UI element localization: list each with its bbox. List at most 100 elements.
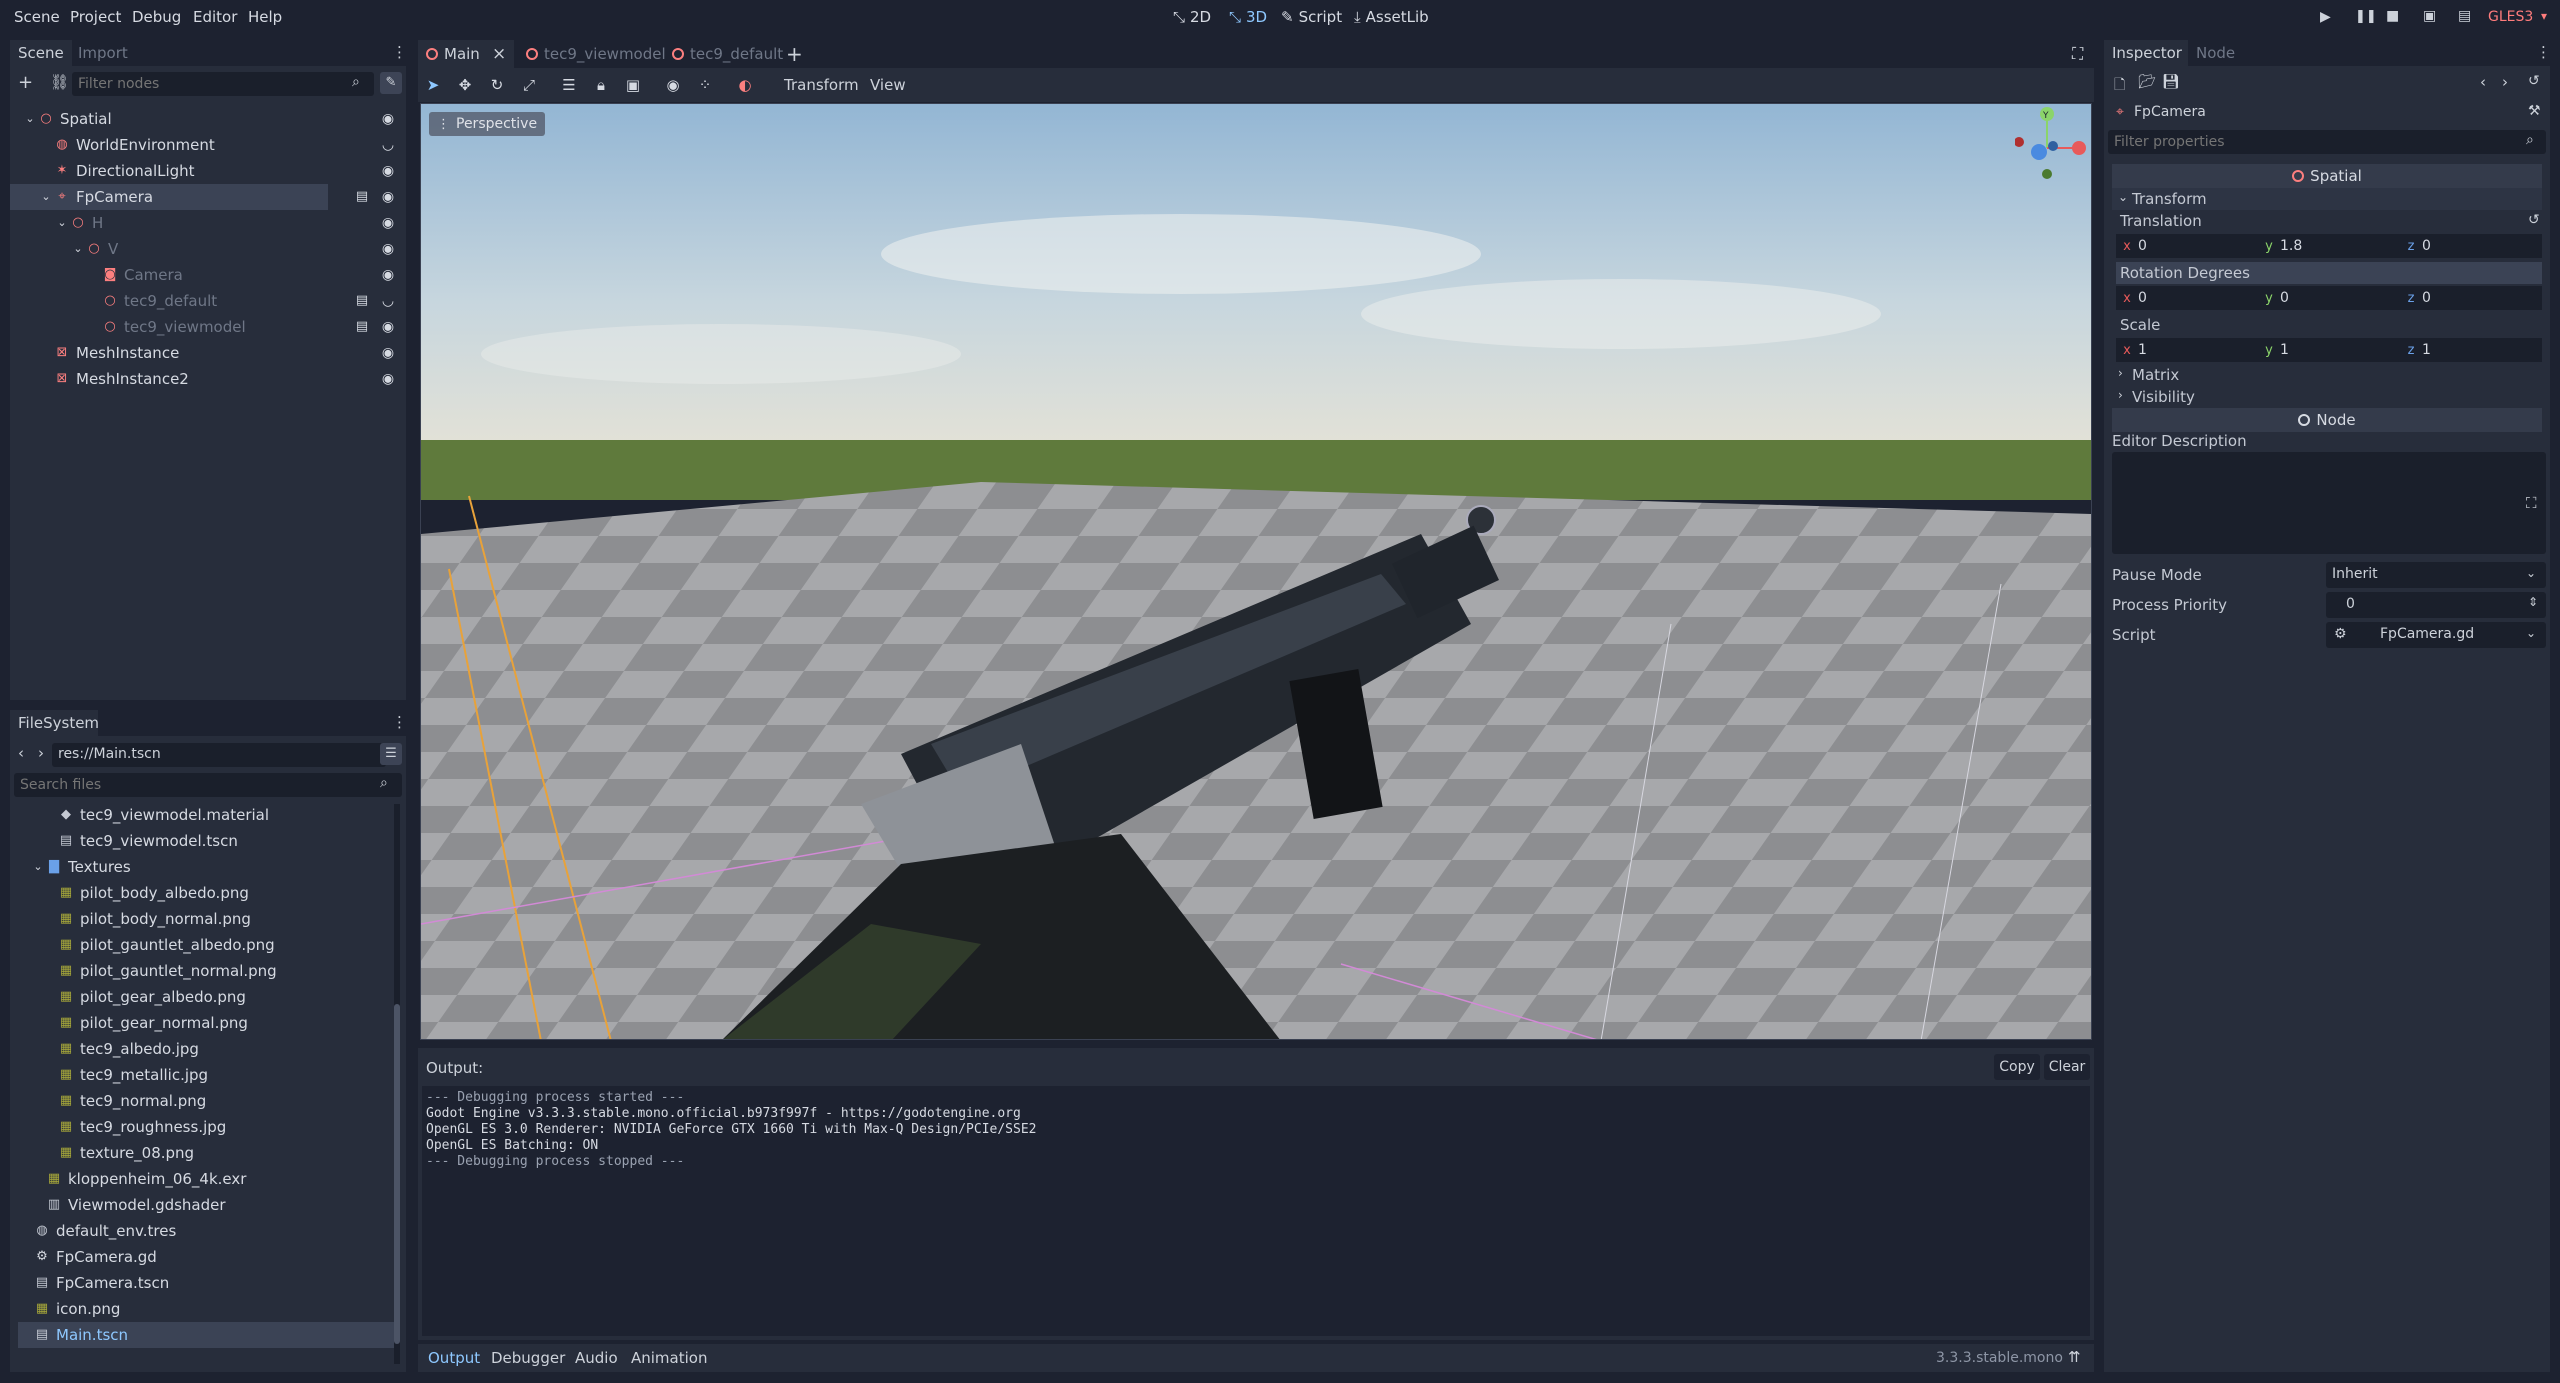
bottom-tab-debugger[interactable]: Debugger xyxy=(491,1349,565,1367)
history-back-icon[interactable]: ‹ xyxy=(2480,73,2486,91)
copy-button[interactable]: Copy xyxy=(1994,1054,2040,1080)
mode-3d-button[interactable]: ⤡ 3D xyxy=(1229,8,1267,26)
file-item[interactable]: ▦ pilot_gear_albedo.png xyxy=(10,984,394,1010)
local-space-icon[interactable]: ◉ xyxy=(660,72,686,98)
filesystem-scrollbar[interactable] xyxy=(394,804,400,1364)
file-item[interactable]: ▤ FpCamera.tscn xyxy=(10,1270,394,1296)
renderer-label[interactable]: GLES3 xyxy=(2488,9,2533,25)
file-item[interactable]: ▦ pilot_body_albedo.png xyxy=(10,880,394,906)
tab-inspector[interactable]: Inspector xyxy=(2104,40,2188,66)
save-resource-icon[interactable]: 💾︎ xyxy=(2162,74,2180,90)
translation-x-field[interactable]: x0 xyxy=(2116,234,2258,258)
pause-mode-select[interactable]: Inherit ⌄ xyxy=(2326,562,2546,588)
menu-editor[interactable]: Editor xyxy=(193,8,237,26)
scene-node-h[interactable]: ⌄ ○ H ◉ xyxy=(10,210,406,236)
chevron-down-icon[interactable]: ⌄ xyxy=(22,111,38,127)
play-custom-scene-icon[interactable]: ▤ xyxy=(2458,8,2471,24)
play-icon[interactable]: ▶ xyxy=(2320,9,2331,25)
mode-script-button[interactable]: ✎ Script xyxy=(1281,8,1342,26)
menu-project[interactable]: Project xyxy=(70,8,121,26)
process-priority-spinbox[interactable]: 0 ⇕ xyxy=(2326,592,2546,618)
file-item[interactable]: ▥ Viewmodel.gdshader xyxy=(10,1192,394,1218)
file-item[interactable]: ▦ pilot_body_normal.png xyxy=(10,906,394,932)
distraction-free-icon[interactable]: ⛶ xyxy=(2072,44,2083,64)
scene-node-spatial[interactable]: ⌄ ○ Spatial ◉ xyxy=(10,106,406,132)
camera-preview-icon[interactable]: ◐ xyxy=(732,72,758,98)
forward-icon[interactable]: › xyxy=(38,744,44,762)
scale-z-field[interactable]: z1 xyxy=(2400,338,2542,362)
file-item[interactable]: ▤ Main.tscn xyxy=(18,1322,394,1348)
play-scene-icon[interactable]: ▣ xyxy=(2423,8,2436,24)
visibility-eye-icon[interactable]: ◉ xyxy=(380,111,396,127)
history-forward-icon[interactable]: › xyxy=(2502,73,2508,91)
scene-node-v[interactable]: ⌄ ○ V ◉ xyxy=(10,236,406,262)
translation-z-field[interactable]: z0 xyxy=(2400,234,2542,258)
expand-panel-icon[interactable]: ⇈ xyxy=(2068,1348,2081,1366)
gizmo-x-icon[interactable] xyxy=(2072,141,2086,155)
scene-node-tec9-default[interactable]: ○ tec9_default ◡ ▤ xyxy=(10,288,406,314)
file-item[interactable]: ▦ pilot_gauntlet_albedo.png xyxy=(10,932,394,958)
scene-node-meshinstance2[interactable]: ⊠ MeshInstance2 ◉ xyxy=(10,366,406,392)
filesystem-scrollbar-thumb[interactable] xyxy=(394,1004,400,1344)
rotation-y-field[interactable]: y0 xyxy=(2258,286,2400,310)
close-tab-icon[interactable]: × xyxy=(492,44,506,64)
add-node-icon[interactable]: + xyxy=(18,72,33,93)
bottom-tab-output[interactable]: Output xyxy=(428,1349,480,1367)
visibility-eye-icon[interactable]: ◉ xyxy=(380,319,396,335)
file-item[interactable]: ⌄ ▇ Textures xyxy=(10,854,394,880)
chevron-down-icon[interactable]: ⌄ xyxy=(38,189,54,205)
open-instance-icon[interactable]: ▤ xyxy=(354,293,370,309)
visibility-hidden-icon[interactable]: ◡ xyxy=(380,137,396,153)
tab-node[interactable]: Node xyxy=(2196,44,2235,62)
visibility-eye-icon[interactable]: ◉ xyxy=(380,215,396,231)
visibility-eye-icon[interactable]: ◉ xyxy=(380,241,396,257)
visibility-group[interactable]: › Visibility xyxy=(2112,386,2542,408)
rotation-x-field[interactable]: x0 xyxy=(2116,286,2258,310)
chevron-down-icon[interactable]: ⌄ xyxy=(30,859,46,875)
inspector-menu-icon[interactable]: ⋮ xyxy=(2536,43,2551,61)
mode-assetlib-button[interactable]: ⤓ AssetLib xyxy=(1354,8,1429,26)
visibility-eye-icon[interactable]: ◉ xyxy=(380,163,396,179)
stepper-icon[interactable]: ⇕ xyxy=(2528,595,2538,609)
add-tab-icon[interactable]: + xyxy=(786,42,803,66)
menu-scene[interactable]: Scene xyxy=(14,8,60,26)
filter-nodes-field[interactable]: ⌕ xyxy=(72,72,374,96)
chevron-down-icon[interactable]: ⌄ xyxy=(54,215,70,231)
bottom-tab-audio[interactable]: Audio xyxy=(575,1349,618,1367)
editor-description-field[interactable]: ⛶ xyxy=(2112,452,2546,554)
file-item[interactable]: ▦ pilot_gear_normal.png xyxy=(10,1010,394,1036)
rotate-tool-icon[interactable]: ↻ xyxy=(484,72,510,98)
transform-group[interactable]: ⌄ Transform xyxy=(2112,188,2542,210)
list-select-icon[interactable]: ☰ xyxy=(556,72,582,98)
mode-2d-button[interactable]: ⤡ 2D xyxy=(1173,8,1211,26)
tab-tec9-viewmodel[interactable]: tec9_viewmodel xyxy=(522,40,672,68)
group-icon[interactable]: ▣ xyxy=(620,72,646,98)
filter-properties-input[interactable] xyxy=(2114,132,2504,152)
output-log[interactable]: --- Debugging process started --- Godot … xyxy=(422,1086,2090,1336)
open-instance-icon[interactable]: ▤ xyxy=(354,189,370,205)
scene-node-directionallight[interactable]: ✶ DirectionalLight ◉ xyxy=(10,158,406,184)
search-files-field[interactable]: ⌕ xyxy=(14,773,402,797)
scene-node-fpcamera[interactable]: ⌄ ⌖ FpCamera ◉ ▤ xyxy=(10,184,394,210)
perspective-menu[interactable]: ⋮ Perspective xyxy=(429,112,546,136)
scene-node-camera[interactable]: ◙ Camera ◉ xyxy=(10,262,406,288)
link-icon[interactable]: ⛓ xyxy=(50,73,69,91)
file-item[interactable]: ▦ pilot_gauntlet_normal.png xyxy=(10,958,394,984)
path-field[interactable]: res://Main.tscn xyxy=(52,743,386,767)
file-item[interactable]: ⚙ FpCamera.gd xyxy=(10,1244,394,1270)
filter-properties-field[interactable]: ⌕ xyxy=(2108,130,2546,154)
filesystem-menu-icon[interactable]: ⋮ xyxy=(392,713,407,731)
lock-icon[interactable]: 🔒︎ xyxy=(588,72,614,98)
gizmo-z-icon[interactable] xyxy=(2031,144,2047,160)
search-files-input[interactable] xyxy=(20,775,360,795)
tab-main[interactable]: Main × xyxy=(418,40,514,68)
visibility-eye-icon[interactable]: ◉ xyxy=(380,371,396,387)
open-resource-icon[interactable]: 📂︎ xyxy=(2138,74,2156,90)
visibility-eye-icon[interactable]: ◉ xyxy=(380,345,396,361)
file-item[interactable]: ▦ tec9_roughness.jpg xyxy=(10,1114,394,1140)
file-item[interactable]: ▦ icon.png xyxy=(10,1296,394,1322)
open-instance-icon[interactable]: ▤ xyxy=(354,319,370,335)
history-icon[interactable]: ↺ xyxy=(2528,73,2540,89)
select-tool-icon[interactable]: ➤ xyxy=(420,72,446,98)
filter-nodes-input[interactable] xyxy=(78,74,338,94)
